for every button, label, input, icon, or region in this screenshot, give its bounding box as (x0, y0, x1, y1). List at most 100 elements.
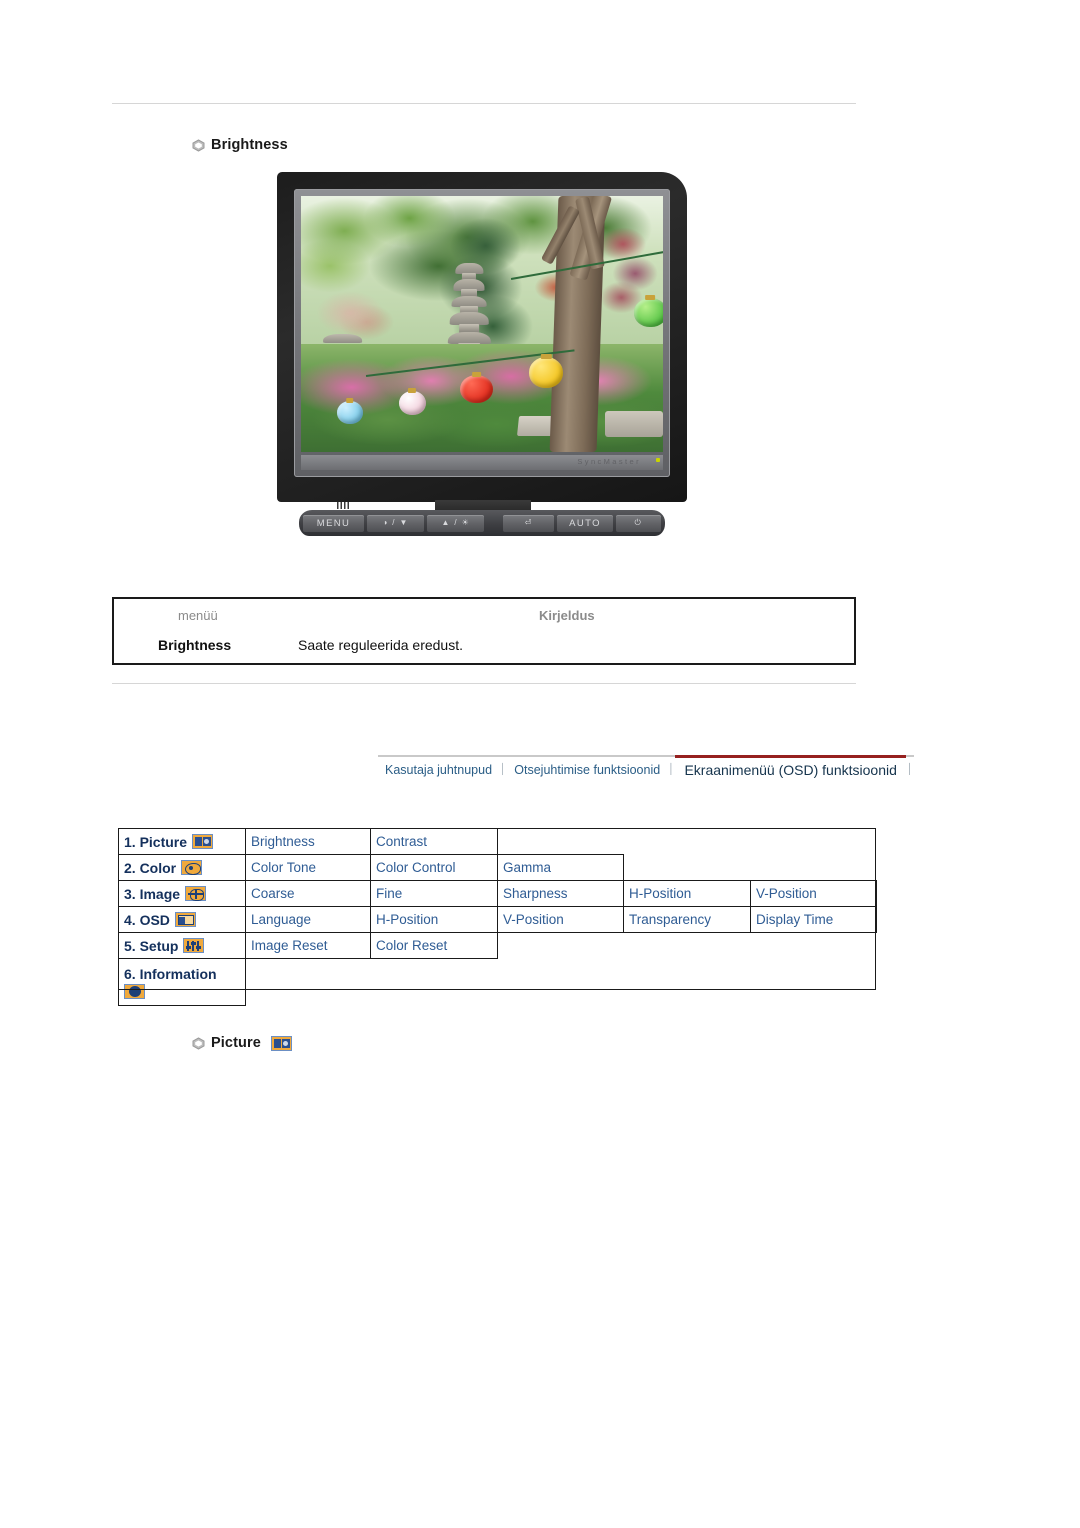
osd-item-color-reset[interactable]: Color Reset (370, 932, 498, 959)
osd-item-gamma[interactable]: Gamma (497, 854, 624, 881)
scene-lantern-blue (337, 400, 363, 424)
menu-button[interactable]: MENU (303, 514, 365, 532)
osd-category-label: 3. Image (124, 885, 181, 902)
information-icon (124, 983, 145, 999)
middle-divider (112, 683, 856, 684)
diamond-bullet-icon (192, 1036, 205, 1050)
osd-item-display-time[interactable]: Display Time (750, 906, 877, 933)
osd-empty-cell (498, 959, 624, 1006)
brightness-heading-label: Brightness (211, 137, 288, 153)
control-panel-gap (487, 523, 500, 524)
osd-category-osd[interactable]: 4. OSD (118, 906, 246, 933)
power-button[interactable]: ⏻ (615, 514, 661, 532)
brightness-up-button-label: ▲ / ☀ (441, 518, 471, 527)
tab-separator: │ (667, 755, 676, 782)
osd-item-fine[interactable]: Fine (370, 880, 498, 907)
osd-menu-row: 4. OSD Language H-Position V-Position Tr… (118, 906, 877, 933)
osd-menu-table: 1. Picture Brightness Contrast 2. Color … (118, 828, 877, 1006)
tab-separator: │ (499, 755, 508, 782)
menu-button-label: MENU (316, 517, 351, 529)
picture-heading-label: Picture (211, 1035, 261, 1051)
monitor-brand-text: SyncMaster (577, 457, 641, 466)
tab-separator: │ (905, 755, 915, 782)
tab-otsejuhtimise-funktsioonid[interactable]: Otsejuhtimise funktsioonid (507, 755, 668, 782)
osd-category-image[interactable]: 3. Image (118, 880, 246, 907)
osd-item-v-position[interactable]: V-Position (497, 906, 624, 933)
brightness-section-heading: Brightness (192, 137, 288, 153)
tab-ekraanimenuu-osd-funktsioonid[interactable]: Ekraanimenüü (OSD) funktsioonid (675, 755, 906, 782)
description-row-menu-name: Brightness (158, 637, 232, 653)
osd-empty-cell (498, 829, 624, 855)
tab-separator-glyph: │ (668, 764, 675, 775)
osd-menu-row: 1. Picture Brightness Contrast (118, 828, 877, 855)
power-led-indicator (656, 457, 660, 462)
monitor-illustration: SyncMaster MENU ◑ / ▼ ▲ / ☀ ⏎ AUTO ⏻ (277, 172, 687, 542)
brightness-up-button[interactable]: ▲ / ☀ (427, 514, 485, 532)
tab-label: Otsejuhtimise funktsioonid (514, 762, 661, 777)
contrast-down-button[interactable]: ◑ / ▼ (367, 514, 425, 532)
picture-icon (270, 1035, 292, 1051)
description-table-header-description: Kirjeldus (539, 608, 595, 623)
osd-item-color-tone[interactable]: Color Tone (245, 854, 371, 881)
osd-menu-row: 2. Color Color Tone Color Control Gamma (118, 854, 877, 881)
auto-button-label: AUTO (569, 517, 601, 529)
osd-item-h-position[interactable]: H-Position (623, 880, 751, 907)
osd-category-label: 6. Information (124, 965, 217, 982)
osd-empty-cell (751, 933, 877, 959)
picture-icon (192, 834, 214, 849)
osd-item-h-position[interactable]: H-Position (370, 906, 498, 933)
scene-lantern-red (460, 375, 493, 404)
osd-empty-cell (624, 829, 751, 855)
osd-empty-cell (624, 933, 751, 959)
tab-label: Kasutaja juhtnupud (385, 762, 493, 777)
osd-category-information[interactable]: 6. Information (118, 958, 246, 1006)
monitor-bottom-bezel: SyncMaster (301, 455, 663, 470)
tab-navigation: Kasutaja juhtnupud │ Otsejuhtimise funkt… (378, 755, 915, 782)
osd-category-setup[interactable]: 5. Setup (118, 932, 246, 959)
osd-category-label: 4. OSD (124, 911, 170, 928)
monitor-control-panel: MENU ◑ / ▼ ▲ / ☀ ⏎ AUTO ⏻ (299, 510, 665, 536)
description-row-text: Saate reguleerida eredust. (298, 637, 463, 653)
osd-category-picture[interactable]: 1. Picture (118, 828, 246, 855)
setup-icon (183, 938, 205, 953)
scene-lantern-yellow (529, 357, 564, 388)
color-icon (181, 860, 203, 875)
tab-kasutaja-juhtnupud[interactable]: Kasutaja juhtnupud (378, 755, 500, 782)
osd-empty-cell (751, 855, 877, 881)
power-button-label: ⏻ (634, 518, 643, 527)
osd-category-label: 5. Setup (124, 937, 179, 954)
monitor-inner-frame: SyncMaster (294, 189, 670, 477)
scene-stone-slab-right (605, 411, 663, 437)
scene-lantern-white (398, 390, 426, 415)
picture-section-heading: Picture (192, 1035, 292, 1051)
enter-button[interactable]: ⏎ (503, 514, 555, 532)
osd-item-contrast[interactable]: Contrast (370, 828, 498, 855)
description-table: menüü Kirjeldus Brightness Saate regulee… (112, 597, 856, 665)
top-divider (112, 103, 856, 104)
osd-empty-cell (751, 959, 877, 1006)
osd-item-sharpness[interactable]: Sharpness (497, 880, 624, 907)
scene-lantern-green (634, 298, 663, 327)
auto-button[interactable]: AUTO (557, 514, 613, 532)
osd-item-image-reset[interactable]: Image Reset (245, 932, 371, 959)
osd-item-transparency[interactable]: Transparency (623, 906, 751, 933)
osd-item-coarse[interactable]: Coarse (245, 880, 371, 907)
osd-item-v-position[interactable]: V-Position (750, 880, 877, 907)
description-table-header-menu: menüü (178, 608, 218, 623)
diamond-bullet-icon (192, 138, 205, 152)
osd-empty-cell (246, 959, 371, 1006)
osd-item-language[interactable]: Language (245, 906, 371, 933)
contrast-down-button-label: ◑ / ▼ (382, 518, 409, 527)
osd-empty-cell (624, 855, 751, 881)
tab-separator-glyph: │ (500, 764, 507, 775)
osd-empty-cell (371, 959, 498, 1006)
monitor-brand-label: SyncMaster (507, 457, 657, 466)
osd-item-color-control[interactable]: Color Control (370, 854, 498, 881)
osd-category-color[interactable]: 2. Color (118, 854, 246, 881)
osd-empty-cell (751, 829, 877, 855)
menu-ridge-marks-icon (337, 502, 351, 509)
enter-button-label: ⏎ (524, 518, 533, 527)
osd-item-brightness[interactable]: Brightness (245, 828, 371, 855)
osd-category-label: 2. Color (124, 859, 177, 876)
osd-menu-row: 3. Image Coarse Fine Sharpness H-Positio… (118, 880, 877, 907)
